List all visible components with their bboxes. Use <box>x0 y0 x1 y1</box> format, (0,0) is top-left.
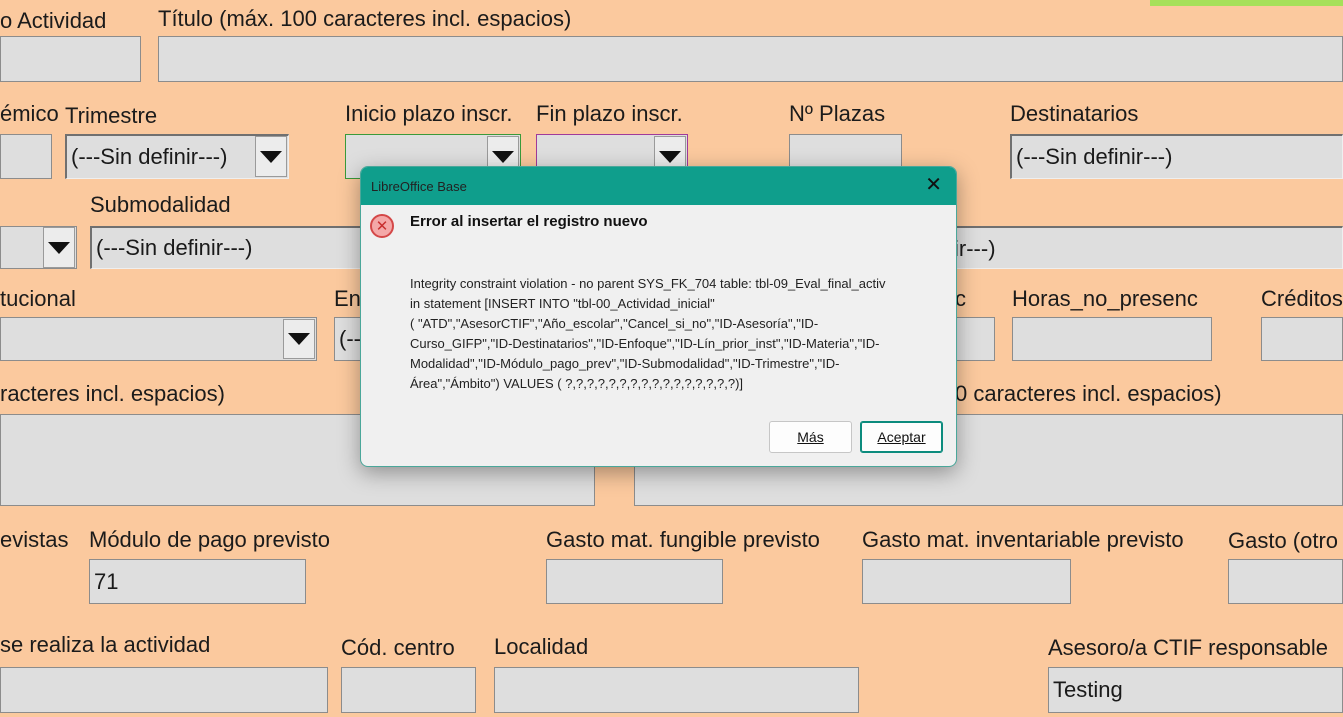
institucional-dropdown-icon[interactable] <box>283 319 315 359</box>
label-cod-centro: Cód. centro <box>341 635 455 660</box>
close-icon[interactable]: ✕ <box>925 175 942 195</box>
titulo-field[interactable] <box>158 36 1343 82</box>
dialog-titlebar[interactable]: LibreOffice Base ✕ <box>361 167 956 205</box>
label-trimestre: Trimestre <box>65 103 158 128</box>
dialog-title: LibreOffice Base <box>371 178 467 194</box>
horas-no-presenc-field[interactable] <box>1012 317 1212 361</box>
accent-strip <box>1150 0 1343 6</box>
dialog-heading: Error al insertar el registro nuevo <box>410 213 648 230</box>
label-previstas: evistas <box>0 527 69 552</box>
label-academico: émico <box>0 101 59 126</box>
submodalidad-value: (---Sin definir---) <box>96 235 253 260</box>
academico-field[interactable] <box>0 134 52 179</box>
destinatarios-value: (---Sin definir---) <box>1016 144 1173 169</box>
label-horas-no-presenc: Horas_no_presenc <box>1012 286 1198 311</box>
modulo-pago-value: 71 <box>94 568 119 594</box>
label-creditos: Créditos <box>1261 286 1343 311</box>
label-localidad: Localidad <box>494 634 589 659</box>
gasto-fungible-field[interactable] <box>546 559 723 604</box>
dialog-message: Integrity constraint violation - no pare… <box>410 276 886 391</box>
error-icon: ✕ <box>370 214 394 238</box>
horas-presenc-field[interactable] <box>955 317 995 361</box>
label-actividad: o Actividad <box>0 8 107 33</box>
label-titulo: Título (máx. 100 caracteres incl. espaci… <box>158 6 572 31</box>
label-inicio-plazo: Inicio plazo inscr. <box>345 101 513 126</box>
label-fin-plazo: Fin plazo inscr. <box>536 101 683 126</box>
modalidad-dropdown-icon[interactable] <box>43 227 75 268</box>
label-gasto-fungible: Gasto mat. fungible previsto <box>546 527 820 552</box>
modulo-pago-field[interactable]: 71 <box>89 559 306 604</box>
label-modulo-pago: Módulo de pago previsto <box>89 527 330 552</box>
error-dialog: LibreOffice Base ✕ ✕ Error al insertar e… <box>360 166 957 467</box>
gasto-otros-field[interactable] <box>1228 559 1343 604</box>
label-gasto-otros: Gasto (otro <box>1228 528 1339 553</box>
label-institucional: tucional <box>0 286 76 311</box>
lugar-field[interactable] <box>0 667 328 713</box>
label-descripcion-right: 0 caracteres incl. espacios) <box>955 381 1222 406</box>
label-asesor: Asesoro/a CTIF responsable <box>1048 635 1329 660</box>
gasto-inventariable-field[interactable] <box>862 559 1071 604</box>
creditos-field[interactable] <box>1261 317 1343 361</box>
more-button-label: Más <box>797 429 824 445</box>
trimestre-value: (---Sin definir---) <box>71 144 228 169</box>
institucional-select[interactable] <box>0 317 317 361</box>
actividad-field[interactable] <box>0 36 141 82</box>
label-submodalidad: Submodalidad <box>90 192 231 217</box>
accept-button-label: Aceptar <box>877 429 926 445</box>
label-descripcion-left: racteres incl. espacios) <box>0 381 225 406</box>
cod-centro-field[interactable] <box>341 667 476 713</box>
en-value: (-- <box>339 326 361 351</box>
label-en: En <box>334 286 361 311</box>
trimestre-dropdown-icon[interactable] <box>255 136 287 177</box>
label-gasto-inventariable: Gasto mat. inventariable previsto <box>862 527 1184 552</box>
label-lugar: se realiza la actividad <box>0 632 211 657</box>
more-button[interactable]: Más <box>769 421 852 453</box>
label-plazas: Nº Plazas <box>789 101 886 126</box>
accept-button[interactable]: Aceptar <box>860 421 943 453</box>
destinatarios-select[interactable]: (---Sin definir---) <box>1010 134 1343 179</box>
asesor-field[interactable]: Testing <box>1048 667 1343 713</box>
partial-select-value: ir---) <box>954 236 1000 262</box>
label-destinatarios: Destinatarios <box>1010 101 1139 126</box>
asesor-value: Testing <box>1053 677 1123 702</box>
localidad-field[interactable] <box>494 667 859 713</box>
